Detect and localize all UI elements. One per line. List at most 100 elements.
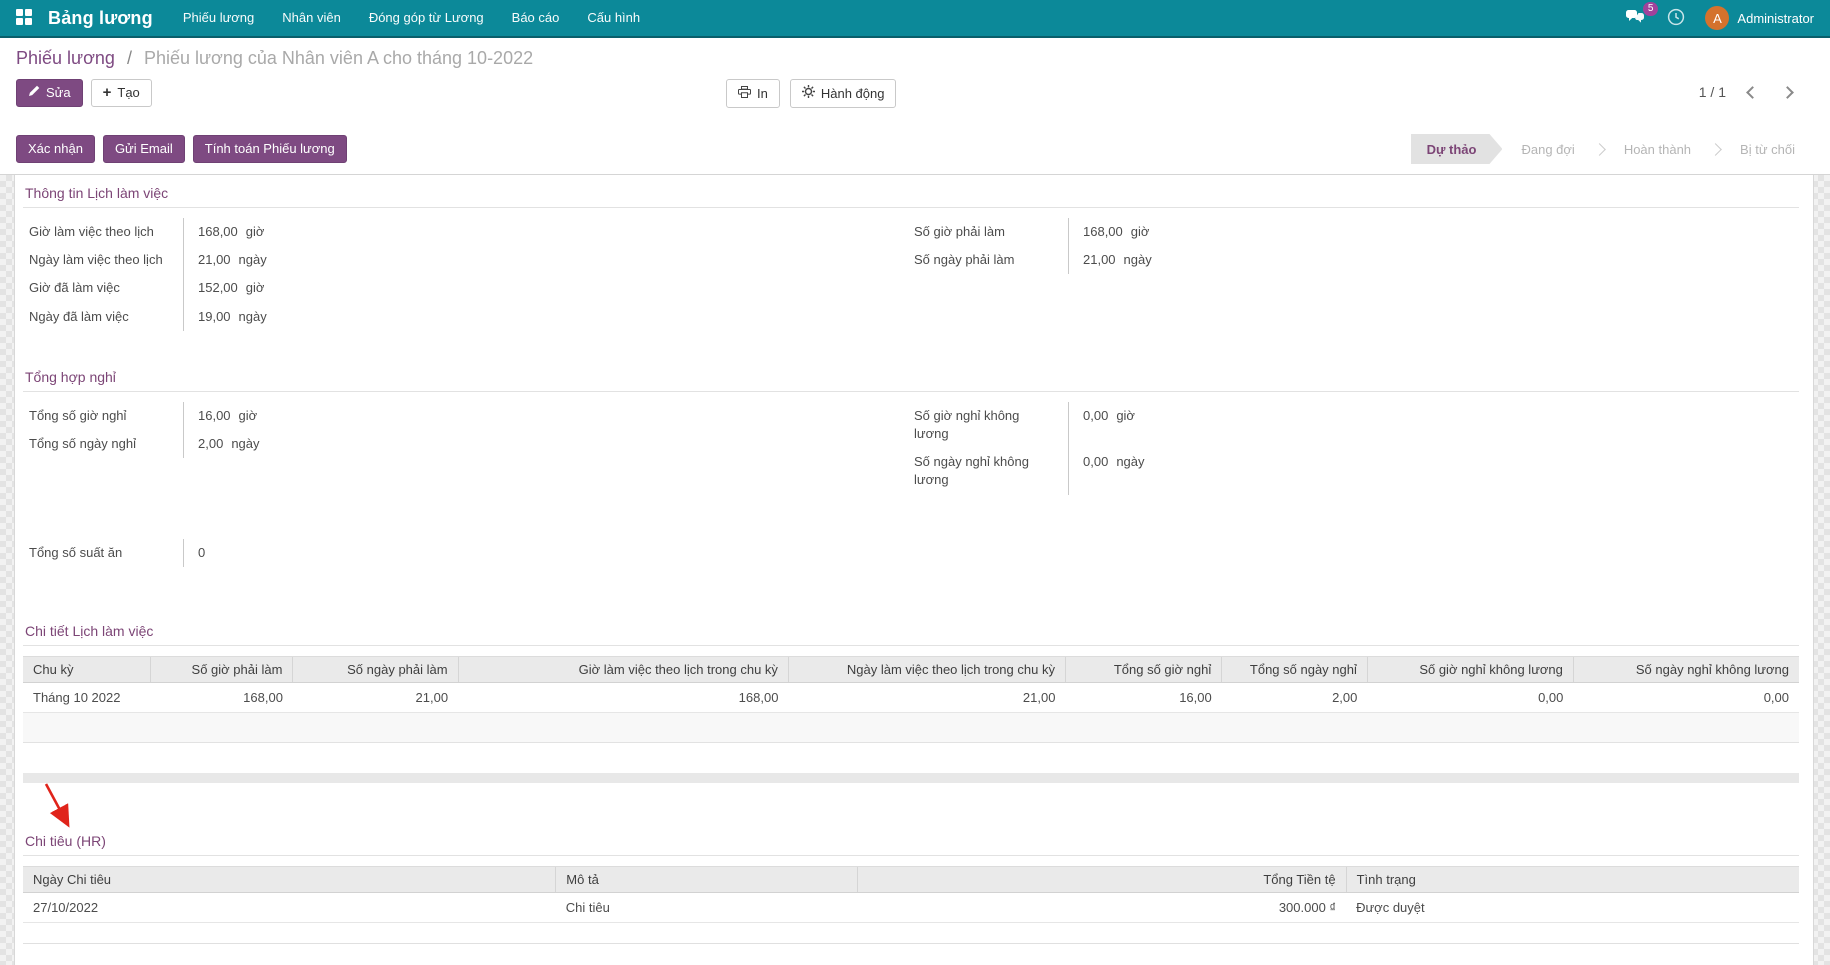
breadcrumb-parent-link[interactable]: Phiếu lương xyxy=(16,48,115,68)
apps-menu-button[interactable] xyxy=(10,9,38,28)
cell: 2,00 xyxy=(1222,682,1368,712)
nav-menu-phieu-luong[interactable]: Phiếu lương xyxy=(169,0,268,37)
field-value: 0,00ngày xyxy=(1068,448,1789,494)
cell: Tháng 10 2022 xyxy=(23,682,151,712)
user-menu[interactable]: A Administrator xyxy=(1705,6,1814,30)
column-header[interactable]: Ngày Chi tiêu xyxy=(23,866,556,892)
field-value: 16,00giờ xyxy=(183,402,874,430)
printer-icon xyxy=(738,86,751,102)
field-value: 21,00ngày xyxy=(183,246,874,274)
status-step-draft[interactable]: Dự thảo xyxy=(1411,134,1503,164)
field-row: Số ngày phải làm 21,00ngày xyxy=(914,246,1789,274)
field-label: Giờ đã làm việc xyxy=(29,274,183,302)
field-row: Ngày đã làm việc 19,00ngày xyxy=(29,303,874,331)
cell: 0,00 xyxy=(1367,682,1573,712)
apps-grid-icon xyxy=(16,9,32,28)
expense-table: Ngày Chi tiêu Mô tả Tổng Tiền tệ Tình tr… xyxy=(23,866,1799,923)
column-header[interactable]: Chu kỳ xyxy=(23,656,151,682)
field-value: 168,00giờ xyxy=(183,218,874,246)
field-label: Giờ làm việc theo lịch xyxy=(29,218,183,246)
messages-button[interactable]: 5 xyxy=(1625,9,1647,28)
print-button[interactable]: In xyxy=(726,79,780,108)
cell: Được duyệt xyxy=(1346,892,1799,922)
form-sheet: Thông tin Lịch làm việc Giờ làm việc the… xyxy=(14,175,1814,965)
section-meals: Tổng số suất ăn 0 xyxy=(23,539,911,567)
detail-table: Chu kỳ Số giờ phải làm Số ngày phải làm … xyxy=(23,656,1799,713)
field-value: 0,00giờ xyxy=(1068,402,1789,448)
pencil-icon xyxy=(28,85,40,101)
divider xyxy=(23,943,1799,944)
control-panel: Phiếu lương / Phiếu lương của Nhân viên … xyxy=(0,38,1830,113)
pager-previous-button[interactable] xyxy=(1746,86,1759,99)
table-row[interactable]: 27/10/2022 Chi tiêu 300.000 ₫ Được duyệt xyxy=(23,892,1799,922)
section-title-leave-summary: Tổng hợp nghỉ xyxy=(23,369,1799,392)
pager: 1 / 1 xyxy=(1699,84,1792,100)
nav-menu-cau-hinh[interactable]: Cấu hình xyxy=(573,0,654,37)
column-header[interactable]: Tổng số ngày nghỉ xyxy=(1222,656,1368,682)
field-row: Số giờ phải làm 168,00giờ xyxy=(914,218,1789,246)
column-header[interactable]: Giờ làm việc theo lịch trong chu kỳ xyxy=(458,656,788,682)
create-button[interactable]: + Tạo xyxy=(91,79,152,107)
field-value: 168,00giờ xyxy=(1068,218,1789,246)
activity-button[interactable] xyxy=(1667,8,1685,29)
nav-menu-nhan-vien[interactable]: Nhân viên xyxy=(268,0,355,37)
nav-menu-bao-cao[interactable]: Báo cáo xyxy=(498,0,574,37)
field-value: 0 xyxy=(183,539,911,567)
field-value: 2,00ngày xyxy=(183,430,874,458)
column-header[interactable]: Số giờ phải làm xyxy=(151,656,293,682)
action-button[interactable]: Hành động xyxy=(790,79,897,108)
field-label: Số ngày nghỉ không lương xyxy=(914,448,1068,494)
field-row: Ngày làm việc theo lịch 21,00ngày xyxy=(29,246,874,274)
clock-icon xyxy=(1667,8,1685,29)
field-row: Tổng số giờ nghỉ 16,00giờ xyxy=(29,402,874,430)
cell: Chi tiêu xyxy=(556,892,858,922)
messages-count-badge: 5 xyxy=(1643,2,1659,16)
field-row: Số ngày nghỉ không lương 0,00ngày xyxy=(914,448,1789,494)
top-navbar: Bảng lương Phiếu lương Nhân viên Đóng gó… xyxy=(0,0,1830,38)
field-row: Giờ làm việc theo lịch 168,00giờ xyxy=(29,218,874,246)
app-brand[interactable]: Bảng lương xyxy=(48,8,153,29)
cell: 300.000 ₫ xyxy=(858,892,1346,922)
section-work-info: Thông tin Lịch làm việc Giờ làm việc the… xyxy=(23,177,1799,331)
table-row[interactable]: Tháng 10 2022 168,00 21,00 168,00 21,00 … xyxy=(23,682,1799,712)
horizontal-scrollbar[interactable] xyxy=(23,773,1799,783)
column-header[interactable]: Số giờ nghỉ không lương xyxy=(1367,656,1573,682)
field-label: Số giờ phải làm xyxy=(914,218,1068,246)
field-label: Số giờ nghỉ không lương xyxy=(914,402,1068,448)
field-label: Ngày làm việc theo lịch xyxy=(29,246,183,274)
field-label: Tổng số suất ăn xyxy=(29,539,183,567)
cell: 27/10/2022 xyxy=(23,892,556,922)
avatar: A xyxy=(1705,6,1729,30)
statusbar: Xác nhận Gửi Email Tính toán Phiếu lương… xyxy=(0,124,1830,175)
plus-icon: + xyxy=(103,87,112,99)
field-value: 21,00ngày xyxy=(1068,246,1789,274)
pager-value[interactable]: 1 / 1 xyxy=(1699,84,1726,100)
field-row: Giờ đã làm việc 152,00giờ xyxy=(29,274,874,302)
column-header[interactable]: Tổng Tiền tệ xyxy=(858,866,1346,892)
section-expense-table: Chi tiêu (HR) Ngày Chi tiêu Mô tả Tổng T… xyxy=(23,833,1799,944)
status-step-waiting[interactable]: Đang đợi xyxy=(1502,134,1593,164)
pager-next-button[interactable] xyxy=(1781,86,1794,99)
nav-menu-dong-gop[interactable]: Đóng góp từ Lương xyxy=(355,0,498,37)
section-title-expense: Chi tiêu (HR) xyxy=(23,833,1799,856)
column-header[interactable]: Tình trạng xyxy=(1346,866,1799,892)
column-header[interactable]: Số ngày phải làm xyxy=(293,656,458,682)
breadcrumb-current: Phiếu lương của Nhân viên A cho tháng 10… xyxy=(144,48,533,68)
column-header[interactable]: Số ngày nghỉ không lương xyxy=(1573,656,1799,682)
status-step-done[interactable]: Hoàn thành xyxy=(1605,134,1710,164)
section-leave-summary: Tổng hợp nghỉ Tổng số giờ nghỉ 16,00giờ … xyxy=(23,369,1799,495)
user-name: Administrator xyxy=(1737,11,1814,26)
field-row: Tổng số suất ăn 0 xyxy=(29,539,911,567)
gear-icon xyxy=(802,85,815,102)
confirm-button[interactable]: Xác nhận xyxy=(16,135,95,163)
column-header[interactable]: Ngày làm việc theo lịch trong chu kỳ xyxy=(788,656,1065,682)
send-email-button[interactable]: Gửi Email xyxy=(103,135,185,163)
edit-button[interactable]: Sửa xyxy=(16,79,83,107)
content-area: Thông tin Lịch làm việc Giờ làm việc the… xyxy=(0,175,1830,965)
column-header[interactable]: Tổng số giờ nghỉ xyxy=(1065,656,1221,682)
red-annotation-arrow xyxy=(37,781,81,835)
compute-payslip-button[interactable]: Tính toán Phiếu lương xyxy=(193,135,347,163)
status-step-rejected[interactable]: Bị từ chối xyxy=(1721,134,1814,164)
cell: 168,00 xyxy=(458,682,788,712)
column-header[interactable]: Mô tả xyxy=(556,866,858,892)
